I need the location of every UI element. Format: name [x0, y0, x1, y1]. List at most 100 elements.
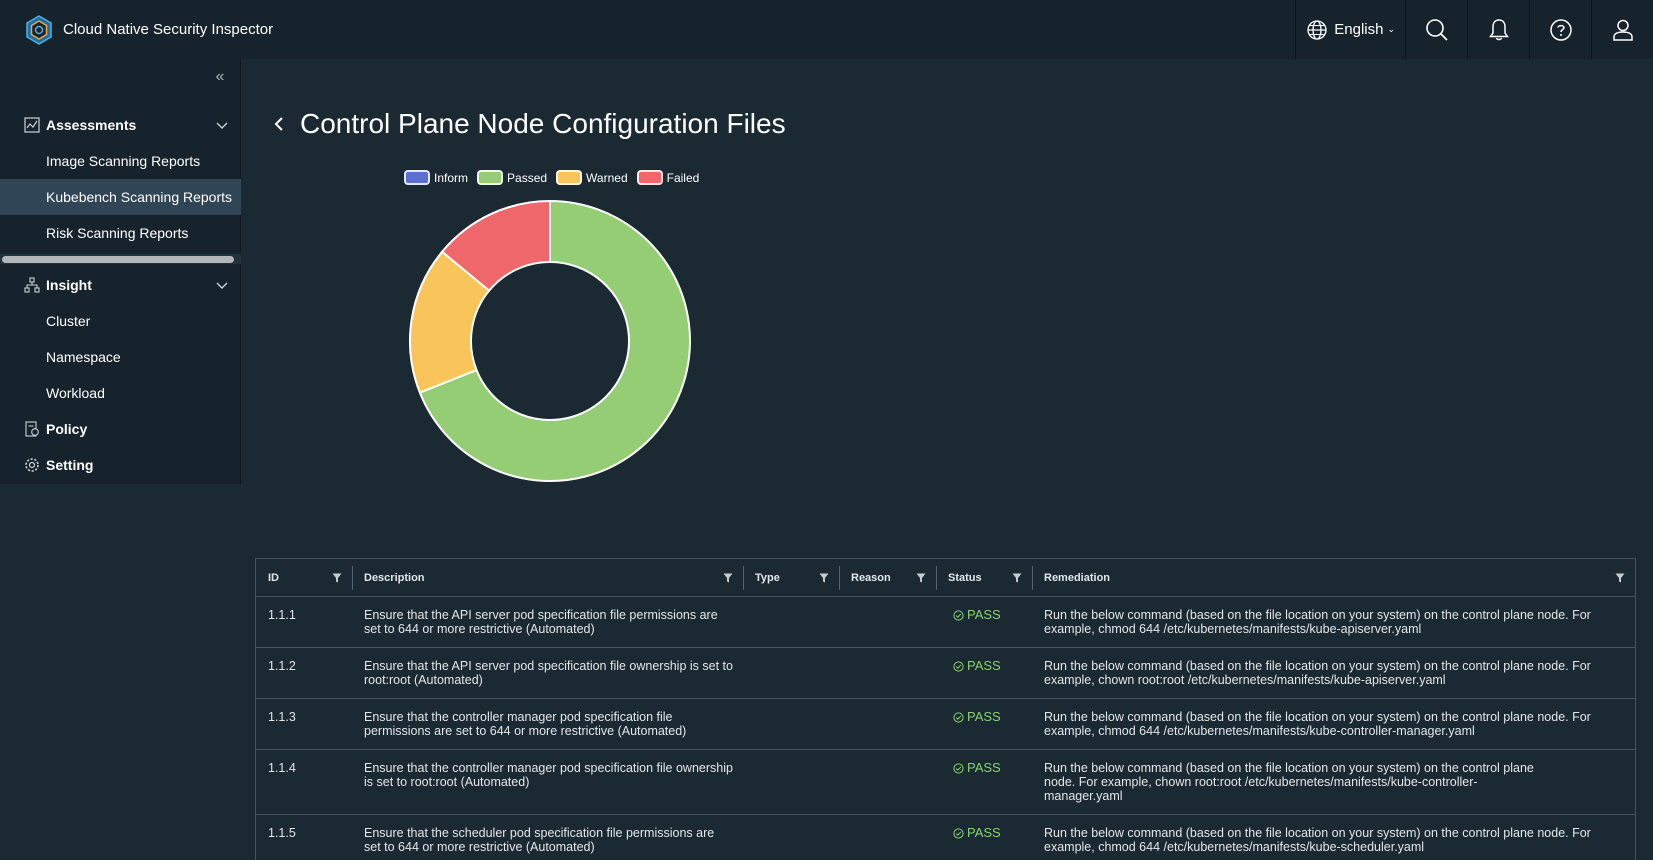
status-label: PASS — [967, 607, 1001, 622]
cell-description: Ensure that the API server pod specifica… — [364, 659, 733, 687]
legend-item-passed[interactable]: Passed — [477, 170, 547, 185]
user-menu-button[interactable] — [1592, 0, 1653, 59]
filter-icon[interactable] — [332, 573, 342, 583]
status-label: PASS — [967, 760, 1001, 775]
cell-status: PASS — [953, 761, 1001, 775]
legend-item-inform[interactable]: Inform — [404, 170, 468, 185]
search-button[interactable] — [1406, 0, 1467, 59]
column-header-remediation[interactable]: Remediation — [1032, 559, 1635, 597]
column-header-description[interactable]: Description — [352, 559, 743, 597]
sidebar-item-risk-scanning-reports[interactable]: Risk Scanning Reports — [0, 215, 241, 251]
filter-icon[interactable] — [1615, 573, 1625, 583]
legend-label: Warned — [586, 170, 628, 185]
sidebar-section-insight[interactable]: Insight — [0, 267, 241, 303]
legend-label: Inform — [434, 170, 469, 185]
help-button[interactable] — [1530, 0, 1591, 59]
column-header-id[interactable]: ID — [256, 559, 352, 597]
sidebar-section-label: Setting — [46, 457, 94, 473]
sidebar-section-assessments[interactable]: Assessments — [0, 107, 241, 143]
legend-label: Passed — [507, 170, 548, 185]
check-circle-icon — [953, 827, 964, 839]
app-header: Cloud Native Security Inspector English … — [0, 0, 1653, 59]
cell-id: 1.1.2 — [268, 659, 296, 673]
cell-remediation: Run the below command (based on the file… — [1044, 826, 1591, 854]
language-label: English — [1334, 21, 1384, 38]
sidebar-item-label: Cluster — [46, 313, 91, 329]
chevron-down-icon: ⌄ — [1387, 24, 1395, 34]
check-circle-icon — [953, 660, 964, 672]
header-actions: English ⌄ — [1295, 0, 1653, 59]
chart-legend: Inform Passed Warned Failed — [404, 170, 708, 185]
sidebar-item-image-scanning-reports[interactable]: Image Scanning Reports — [0, 143, 241, 179]
cell-status: PASS — [953, 659, 1001, 673]
back-arrow-icon[interactable] — [270, 115, 288, 133]
sidebar-scrollbar[interactable] — [0, 254, 241, 264]
sidebar-section-label: Assessments — [46, 117, 137, 133]
bell-icon — [1488, 18, 1509, 40]
cell-id: 1.1.1 — [268, 608, 296, 622]
sidebar-item-workload[interactable]: Workload — [0, 375, 241, 411]
check-circle-icon — [953, 609, 964, 621]
legend-swatch — [636, 170, 663, 185]
table-row[interactable]: 1.1.5 Ensure that the scheduler pod spec… — [256, 815, 1635, 860]
legend-swatch — [404, 170, 430, 185]
filter-icon[interactable] — [723, 573, 733, 583]
status-label: PASS — [967, 658, 1001, 673]
language-selector[interactable]: English ⌄ — [1296, 0, 1405, 59]
chevron-down-icon — [216, 122, 228, 129]
cell-status: PASS — [953, 608, 1001, 622]
column-header-type[interactable]: Type — [743, 559, 839, 597]
notifications-button[interactable] — [1468, 0, 1529, 59]
cell-description: Ensure that the controller manager pod s… — [364, 761, 733, 789]
table-row[interactable]: 1.1.1 Ensure that the API server pod spe… — [256, 597, 1635, 648]
search-icon — [1425, 18, 1448, 41]
globe-icon — [1307, 19, 1327, 40]
cell-description: Ensure that the scheduler pod specificat… — [364, 826, 715, 854]
column-header-label: Type — [755, 572, 780, 584]
cell-id: 1.1.4 — [268, 761, 296, 775]
page-title-row: Control Plane Node Configuration Files — [270, 104, 786, 144]
status-doughnut-chart — [409, 199, 691, 482]
cell-remediation: Run the below command (based on the file… — [1044, 659, 1591, 687]
cell-description: Ensure that the API server pod specifica… — [364, 608, 718, 636]
legend-item-warned[interactable]: Warned — [556, 170, 628, 185]
collapse-sidebar-icon[interactable]: « — [210, 67, 230, 87]
cell-remediation: Run the below command (based on the file… — [1044, 608, 1591, 636]
chart-icon — [24, 117, 40, 133]
cell-description: Ensure that the controller manager pod s… — [364, 710, 687, 738]
app-title: Cloud Native Security Inspector — [63, 21, 274, 38]
results-table: ID Description Type Reason Status Remedi… — [255, 558, 1636, 860]
sidebar-item-kubebench-scanning-reports[interactable]: Kubebench Scanning Reports — [0, 179, 241, 215]
sidebar-section-policy[interactable]: Policy — [0, 411, 241, 447]
filter-icon[interactable] — [916, 573, 926, 583]
sidebar-section-label: Insight — [46, 277, 92, 293]
check-circle-icon — [953, 762, 964, 774]
scrollbar-thumb[interactable] — [2, 256, 234, 263]
cell-status: PASS — [953, 710, 1001, 724]
sidebar-item-cluster[interactable]: Cluster — [0, 303, 241, 339]
sidebar-section-setting[interactable]: Setting — [0, 447, 241, 483]
legend-item-failed[interactable]: Failed — [636, 170, 699, 185]
brand[interactable]: Cloud Native Security Inspector — [0, 14, 274, 45]
table-row[interactable]: 1.1.3 Ensure that the controller manager… — [256, 699, 1635, 750]
column-header-label: Description — [364, 572, 425, 584]
sidebar-section-label: Policy — [46, 421, 88, 437]
table-row[interactable]: 1.1.2 Ensure that the API server pod spe… — [256, 648, 1635, 699]
user-icon — [1612, 19, 1633, 41]
filter-icon[interactable] — [819, 573, 829, 583]
chevron-down-icon — [216, 282, 228, 289]
sidebar-item-label: Workload — [46, 385, 105, 401]
column-header-reason[interactable]: Reason — [839, 559, 936, 597]
page-title: Control Plane Node Configuration Files — [300, 108, 786, 139]
sidebar-item-namespace[interactable]: Namespace — [0, 339, 241, 375]
column-header-label: Remediation — [1044, 572, 1111, 584]
logo-icon — [26, 14, 52, 45]
table-row[interactable]: 1.1.4 Ensure that the controller manager… — [256, 750, 1635, 815]
filter-icon[interactable] — [1012, 573, 1022, 583]
column-header-label: ID — [268, 572, 279, 584]
cell-id: 1.1.5 — [268, 826, 296, 840]
column-header-label: Reason — [851, 572, 891, 584]
cell-id: 1.1.3 — [268, 710, 296, 724]
status-label: PASS — [967, 825, 1001, 840]
column-header-status[interactable]: Status — [936, 559, 1032, 597]
